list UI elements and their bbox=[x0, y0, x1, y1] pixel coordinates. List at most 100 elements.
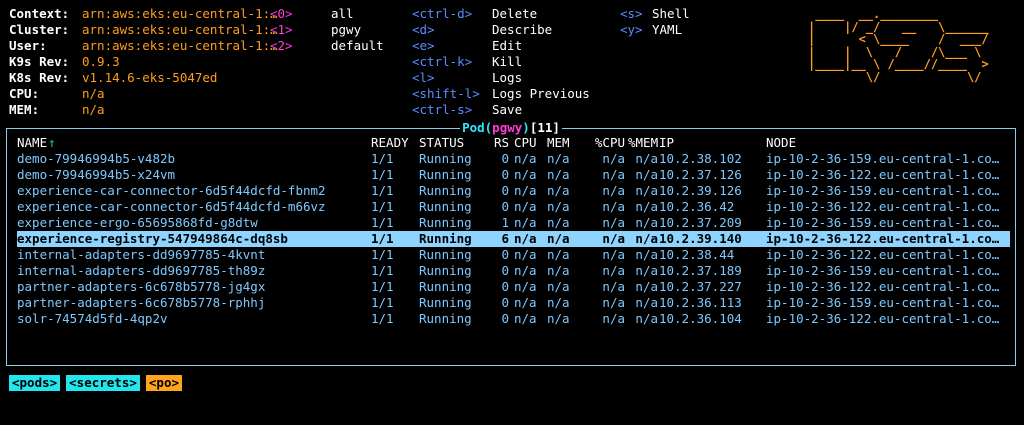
column-header-ready[interactable]: READY bbox=[371, 135, 416, 151]
cell-pmem: n/a bbox=[635, 247, 658, 262]
shortcut-label[interactable]: Logs Previous bbox=[492, 86, 590, 102]
cell-cpu: n/a bbox=[514, 183, 537, 198]
cell-name: partner-adapters-6c678b5778-jg4gx bbox=[17, 279, 266, 294]
cell-status: Running bbox=[419, 199, 472, 214]
table-row-selected[interactable]: experience-registry-547949864c-dq8sb 1/1 R… bbox=[17, 231, 1010, 247]
cell-name: solr-74574d5fd-4qp2v bbox=[17, 311, 168, 326]
shortcut-label[interactable]: Edit bbox=[492, 38, 522, 54]
table-row[interactable]: experience-car-connector-6d5f44dcfd-m66v… bbox=[17, 199, 1010, 215]
shortcut-label[interactable]: YAML bbox=[652, 22, 682, 38]
k8s-rev-label: K8s Rev: bbox=[9, 70, 70, 85]
column-header-node[interactable]: NODE bbox=[766, 135, 1016, 151]
cluster-value: arn:aws:eks:eu-central-1:… bbox=[82, 22, 278, 37]
column-header-pcpu[interactable]: %CPU bbox=[580, 135, 625, 151]
cell-node: ip-10-2-36-122.eu-central-1.co… bbox=[766, 311, 1000, 326]
cell-node: ip-10-2-36-159.eu-central-1.co… bbox=[766, 263, 1000, 278]
shortcut-key[interactable]: <d> bbox=[412, 22, 435, 38]
column-header-cpu[interactable]: CPU bbox=[514, 135, 546, 151]
table-row[interactable]: demo-79946994b5-x24vm 1/1 Running 0 n/a n/a n/… bbox=[17, 167, 1010, 183]
column-header-ip[interactable]: IP bbox=[659, 135, 759, 151]
column-header-status[interactable]: STATUS bbox=[419, 135, 489, 151]
shortcut-label[interactable]: Kill bbox=[492, 54, 522, 70]
cell-cpu: n/a bbox=[514, 231, 537, 246]
cell-rs: 0 bbox=[501, 199, 509, 214]
table-row[interactable]: experience-ergo-65695868fd-g8dtw 1/1 Runni… bbox=[17, 215, 1010, 231]
table-row[interactable]: internal-adapters-dd9697785-4kvnt 1/1 Runn… bbox=[17, 247, 1010, 263]
shortcut-label[interactable]: Describe bbox=[492, 22, 552, 38]
cell-mem: n/a bbox=[547, 263, 570, 278]
cell-pcpu: n/a bbox=[602, 199, 625, 214]
cell-ip: 10.2.38.44 bbox=[659, 247, 735, 262]
cell-mem: n/a bbox=[547, 167, 570, 182]
cell-ready: 1/1 bbox=[371, 311, 394, 326]
cell-name: experience-car-connector-6d5f44dcfd-fbnm… bbox=[17, 183, 326, 198]
cell-pmem: n/a bbox=[635, 151, 658, 166]
shortcut-key[interactable]: <ctrl-d> bbox=[412, 6, 472, 22]
namespace-key[interactable]: <1> bbox=[270, 22, 293, 38]
cell-pcpu: n/a bbox=[602, 263, 625, 278]
cell-ready: 1/1 bbox=[371, 167, 394, 182]
table-row[interactable]: partner-adapters-6c678b5778-jg4gx 1/1 Runn… bbox=[17, 279, 1010, 295]
namespace-key[interactable]: <2> bbox=[270, 38, 293, 54]
cell-status: Running bbox=[419, 295, 472, 310]
cell-pmem: n/a bbox=[635, 263, 658, 278]
namespace-name[interactable]: default bbox=[331, 38, 384, 54]
cell-ip: 10.2.39.140 bbox=[659, 231, 742, 246]
cell-rs: 0 bbox=[501, 279, 509, 294]
cell-mem: n/a bbox=[547, 215, 570, 230]
breadcrumb-pods[interactable]: <pods> bbox=[9, 375, 61, 391]
breadcrumb-po[interactable]: <po> bbox=[145, 375, 182, 391]
cell-cpu: n/a bbox=[514, 311, 537, 326]
shortcut-key[interactable]: <e> bbox=[412, 38, 435, 54]
table-row[interactable]: partner-adapters-6c678b5778-rphhj 1/1 Runn… bbox=[17, 295, 1010, 311]
table-row[interactable]: solr-74574d5fd-4qp2v 1/1 Running 0 n/a n/a n/a… bbox=[17, 311, 1010, 327]
cell-rs: 1 bbox=[501, 215, 509, 230]
cell-cpu: n/a bbox=[514, 247, 537, 262]
cell-status: Running bbox=[419, 263, 472, 278]
k9s-logo: ____ __.________ | |/ _/ __ \______ | < … bbox=[808, 7, 989, 84]
cell-ip: 10.2.37.126 bbox=[659, 167, 742, 182]
cell-name: internal-adapters-dd9697785-th89z bbox=[17, 263, 266, 278]
cell-cpu: n/a bbox=[514, 295, 537, 310]
cell-ready: 1/1 bbox=[371, 279, 394, 294]
shortcut-key[interactable]: <y> bbox=[620, 22, 643, 38]
cell-pmem: n/a bbox=[635, 311, 658, 326]
shortcut-label[interactable]: Logs bbox=[492, 70, 522, 86]
cell-mem: n/a bbox=[547, 247, 570, 262]
cell-cpu: n/a bbox=[514, 199, 537, 214]
table-row[interactable]: demo-79946994b5-v482b 1/1 Running 0 n/a n/a n/… bbox=[17, 151, 1010, 167]
shortcut-key[interactable]: <l> bbox=[412, 70, 435, 86]
cell-cpu: n/a bbox=[514, 151, 537, 166]
cell-pcpu: n/a bbox=[602, 311, 625, 326]
cell-mem: n/a bbox=[547, 279, 570, 294]
cell-ready: 1/1 bbox=[371, 183, 394, 198]
column-header-name[interactable]: NAME bbox=[17, 135, 357, 151]
namespace-name[interactable]: pgwy bbox=[331, 22, 361, 38]
shortcut-label[interactable]: Delete bbox=[492, 6, 537, 22]
cell-mem: n/a bbox=[547, 231, 570, 246]
cell-mem: n/a bbox=[547, 311, 570, 326]
cell-pcpu: n/a bbox=[602, 151, 625, 166]
shortcut-key[interactable]: <s> bbox=[620, 6, 643, 22]
cell-cpu: n/a bbox=[514, 263, 537, 278]
cell-status: Running bbox=[419, 231, 472, 246]
shortcut-key[interactable]: <shift-l> bbox=[412, 86, 480, 102]
table-row[interactable]: experience-car-connector-6d5f44dcfd-fbnm… bbox=[17, 183, 1010, 199]
namespace-name[interactable]: all bbox=[331, 6, 354, 22]
cell-rs: 0 bbox=[501, 183, 509, 198]
cell-status: Running bbox=[419, 167, 472, 182]
shortcut-key[interactable]: <ctrl-k> bbox=[412, 54, 472, 70]
column-header-mem[interactable]: MEM bbox=[547, 135, 579, 151]
shortcut-label[interactable]: Shell bbox=[652, 6, 690, 22]
shortcut-label[interactable]: Save bbox=[492, 102, 522, 118]
table-row[interactable]: internal-adapters-dd9697785-th89z 1/1 Runn… bbox=[17, 263, 1010, 279]
namespace-key[interactable]: <0> bbox=[270, 6, 293, 22]
breadcrumb-secrets[interactable]: <secrets> bbox=[66, 375, 140, 391]
column-header-pmem[interactable]: %MEM bbox=[628, 135, 658, 151]
k9s-rev-label: K9s Rev: bbox=[9, 54, 70, 69]
cell-pcpu: n/a bbox=[602, 215, 625, 230]
column-header-rs[interactable]: RS bbox=[494, 135, 509, 151]
cell-ready: 1/1 bbox=[371, 263, 394, 278]
shortcut-key[interactable]: <ctrl-s> bbox=[412, 102, 472, 118]
cell-ready: 1/1 bbox=[371, 199, 394, 214]
